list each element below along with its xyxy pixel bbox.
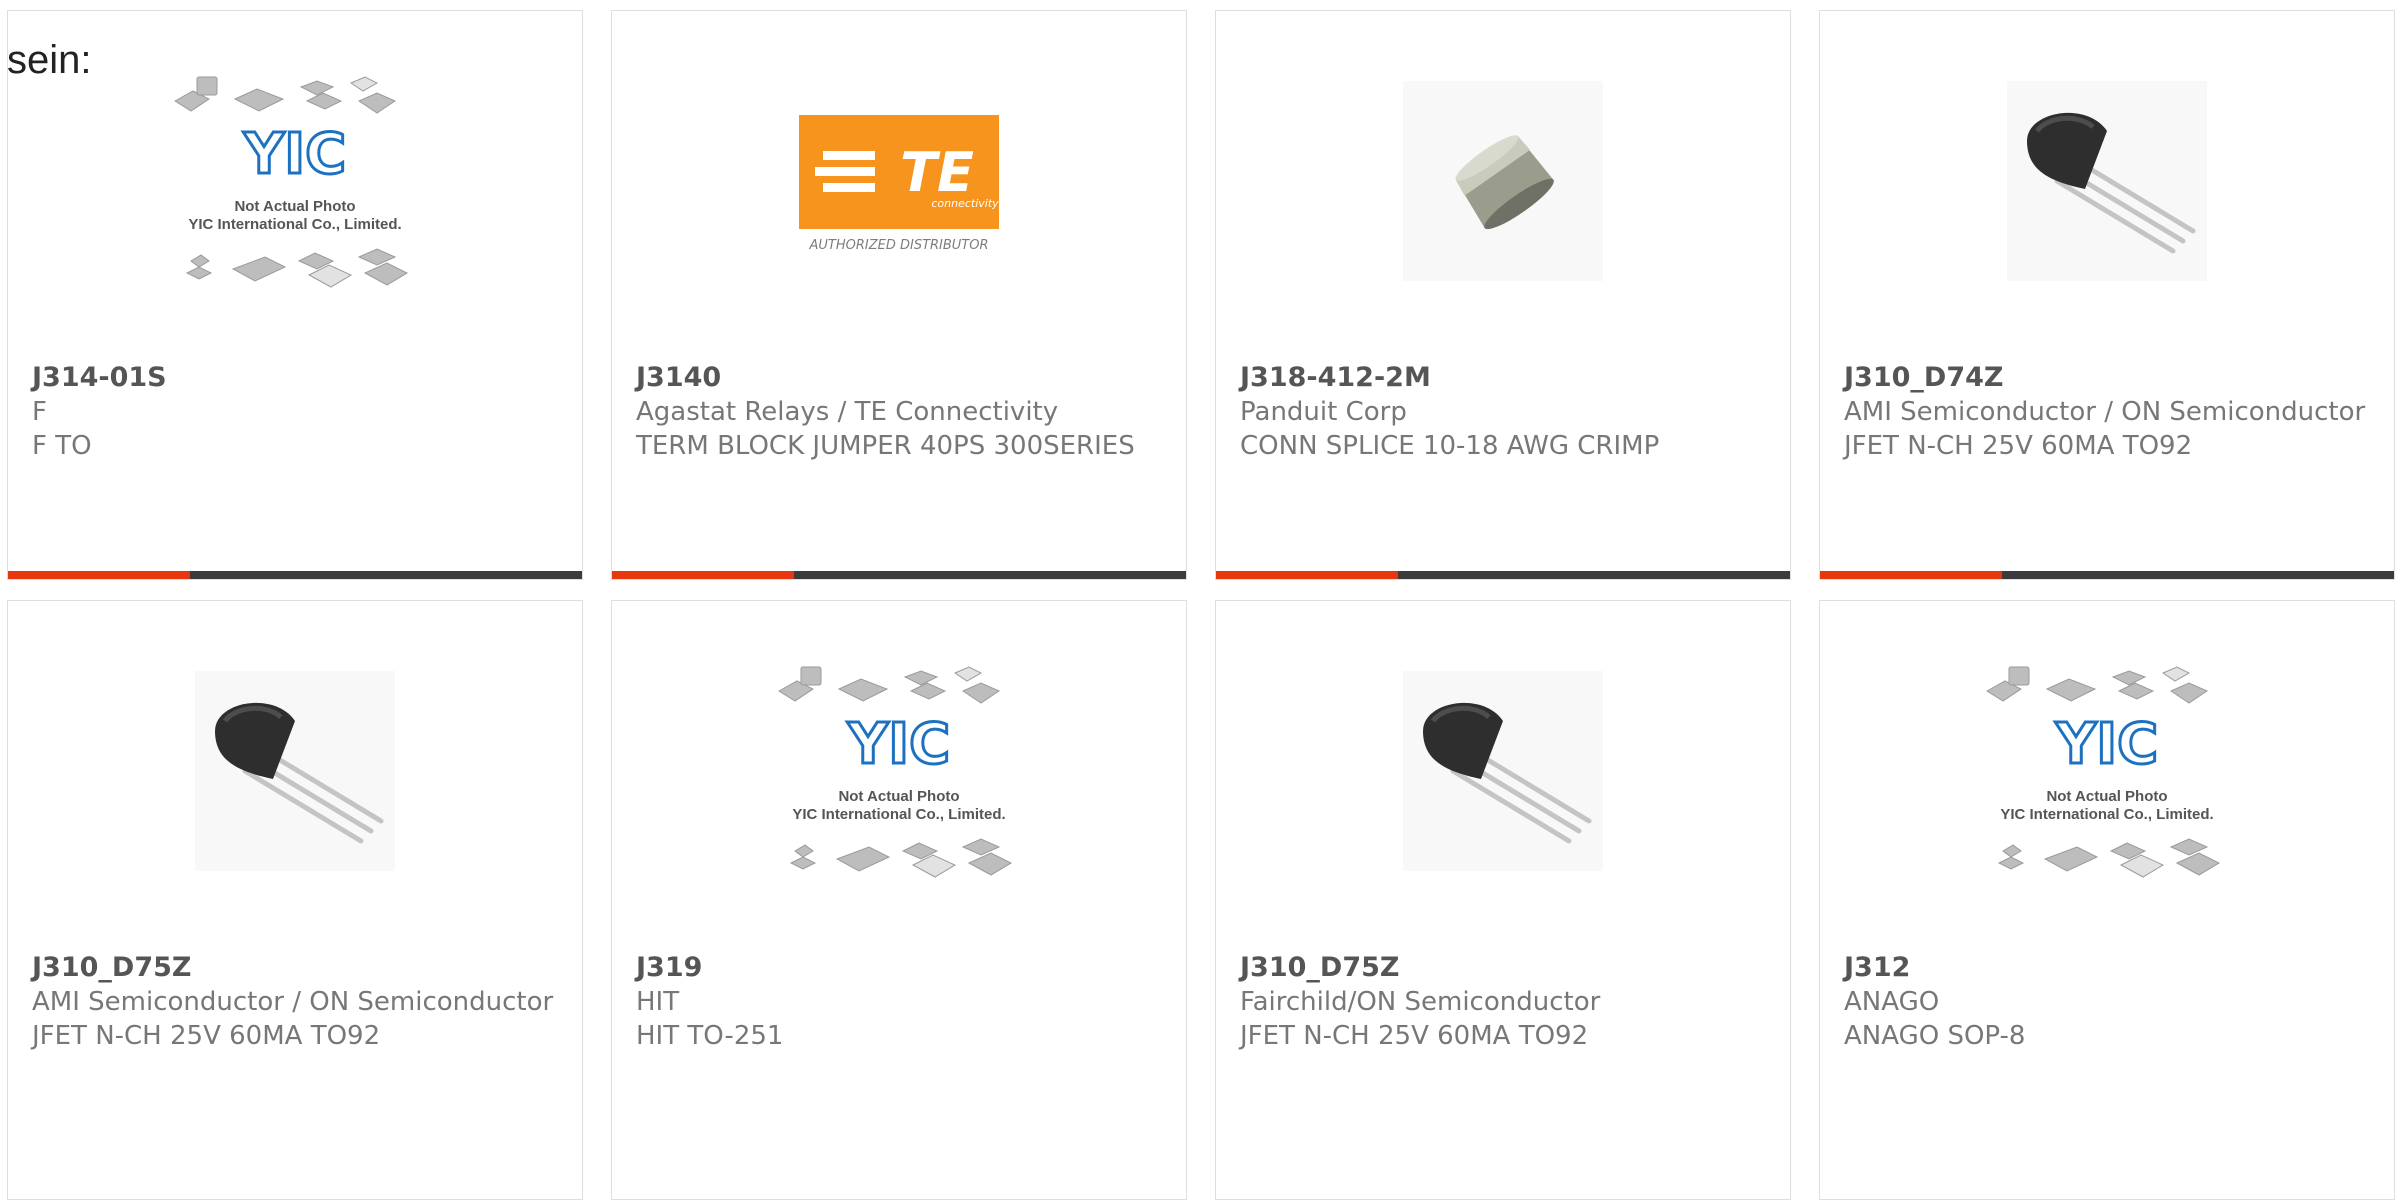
manufacturer: HIT xyxy=(636,987,680,1017)
manufacturer: Agastat Relays / TE Connectivity xyxy=(636,397,1059,427)
product-info: J318-412-2M Panduit Corp CONN SPLICE 10-… xyxy=(1240,361,1766,463)
card-bottom-bar xyxy=(1820,571,2394,579)
description: JFET N-CH 25V 60MA TO92 xyxy=(32,1021,381,1051)
manufacturer: ANAGO xyxy=(1844,987,1940,1017)
part-number[interactable]: J310_D74Z xyxy=(1844,361,2370,395)
yic-line1: Not Actual Photo xyxy=(2046,788,2167,805)
yic-line1: Not Actual Photo xyxy=(234,198,355,215)
manufacturer: Fairchild/ON Semiconductor xyxy=(1240,987,1601,1017)
product-grid: YIC Not Actual Photo YIC International C… xyxy=(0,0,2400,1200)
manufacturer: F xyxy=(32,397,47,427)
product-card[interactable]: YIC Not Actual Photo YIC International C… xyxy=(7,10,583,580)
yic-placeholder-icon: YIC Not Actual Photo YIC International C… xyxy=(778,666,1013,878)
description: F TO xyxy=(32,431,92,461)
manufacturer: AMI Semiconductor / ON Semiconductor xyxy=(32,987,554,1017)
yic-logo-text: YIC xyxy=(243,122,346,187)
intro-text: sein: xyxy=(7,38,92,82)
product-image: YIC Not Actual Photo YIC International C… xyxy=(612,661,1186,881)
to92-transistor-icon xyxy=(2007,81,2207,281)
product-card[interactable]: YIC Not Actual Photo YIC International C… xyxy=(611,600,1187,1200)
product-image xyxy=(1216,661,1790,881)
yic-logo-text: YIC xyxy=(847,712,950,777)
product-info: J310_D75Z AMI Semiconductor / ON Semicon… xyxy=(32,951,558,1053)
te-sub-text: connectivity xyxy=(931,197,999,210)
to92-transistor-icon xyxy=(195,671,395,871)
product-image: YIC Not Actual Photo YIC International C… xyxy=(1820,661,2394,881)
product-image: TE connectivity AUTHORIZED DISTRIBUTOR xyxy=(612,71,1186,291)
yic-logo-text: YIC xyxy=(2055,712,2158,777)
part-number[interactable]: J3140 xyxy=(636,361,1162,395)
part-number[interactable]: J312 xyxy=(1844,951,2370,985)
product-card[interactable]: J310_D75Z AMI Semiconductor / ON Semicon… xyxy=(7,600,583,1200)
card-bottom-bar xyxy=(612,571,1186,579)
crimp-splice-icon xyxy=(1403,81,1603,281)
product-image: YIC Not Actual Photo YIC International C… xyxy=(8,71,582,291)
yic-line1: Not Actual Photo xyxy=(838,788,959,805)
product-info: J319 HIT HIT TO-251 xyxy=(636,951,1162,1053)
part-number[interactable]: J318-412-2M xyxy=(1240,361,1766,395)
description: JFET N-CH 25V 60MA TO92 xyxy=(1240,1021,1589,1051)
card-bottom-bar xyxy=(8,571,582,579)
yic-line2: YIC International Co., Limited. xyxy=(188,216,401,233)
description: CONN SPLICE 10-18 AWG CRIMP xyxy=(1240,431,1660,461)
product-image xyxy=(1216,71,1790,291)
to92-transistor-icon xyxy=(1403,671,1603,871)
description: TERM BLOCK JUMPER 40PS 300SERIES xyxy=(636,431,1135,461)
card-accent xyxy=(1820,571,2002,579)
card-accent xyxy=(8,571,190,579)
yic-line2: YIC International Co., Limited. xyxy=(792,806,1005,823)
yic-placeholder-icon: YIC Not Actual Photo YIC International C… xyxy=(174,76,409,288)
manufacturer: AMI Semiconductor / ON Semiconductor xyxy=(1844,397,2366,427)
product-card[interactable]: YIC Not Actual Photo YIC International C… xyxy=(1819,600,2395,1200)
product-card[interactable]: TE connectivity AUTHORIZED DISTRIBUTOR J… xyxy=(611,10,1187,580)
part-number[interactable]: J310_D75Z xyxy=(32,951,558,985)
product-card[interactable]: J310_D74Z AMI Semiconductor / ON Semicon… xyxy=(1819,10,2395,580)
card-accent xyxy=(612,571,794,579)
manufacturer: Panduit Corp xyxy=(1240,397,1407,427)
part-number[interactable]: J310_D75Z xyxy=(1240,951,1766,985)
te-logo-text: TE xyxy=(900,141,974,204)
part-number[interactable]: J314-01S xyxy=(32,361,558,395)
description: ANAGO SOP-8 xyxy=(1844,1021,2026,1051)
product-info: J312 ANAGO ANAGO SOP-8 xyxy=(1844,951,2370,1053)
card-accent xyxy=(1216,571,1398,579)
product-info: J3140 Agastat Relays / TE Connectivity T… xyxy=(636,361,1162,463)
product-info: J314-01S F F TO xyxy=(32,361,558,463)
product-card[interactable]: J318-412-2M Panduit Corp CONN SPLICE 10-… xyxy=(1215,10,1791,580)
yic-line2: YIC International Co., Limited. xyxy=(2000,806,2213,823)
te-connectivity-logo-icon: TE connectivity AUTHORIZED DISTRIBUTOR xyxy=(799,115,999,253)
product-image xyxy=(1820,71,2394,291)
yic-placeholder-icon: YIC Not Actual Photo YIC International C… xyxy=(1986,666,2221,878)
description: HIT TO-251 xyxy=(636,1021,784,1051)
te-distributor-text: AUTHORIZED DISTRIBUTOR xyxy=(808,238,988,253)
product-info: J310_D75Z Fairchild/ON Semiconductor JFE… xyxy=(1240,951,1766,1053)
part-number[interactable]: J319 xyxy=(636,951,1162,985)
product-info: J310_D74Z AMI Semiconductor / ON Semicon… xyxy=(1844,361,2370,463)
card-bottom-bar xyxy=(1216,571,1790,579)
description: JFET N-CH 25V 60MA TO92 xyxy=(1844,431,2193,461)
product-image xyxy=(8,661,582,881)
product-card[interactable]: J310_D75Z Fairchild/ON Semiconductor JFE… xyxy=(1215,600,1791,1200)
